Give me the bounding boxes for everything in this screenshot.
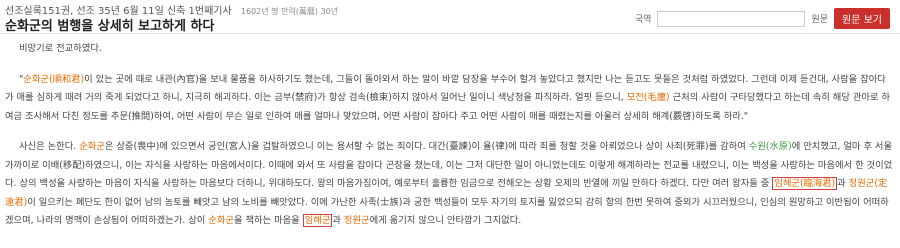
commentary-text-0: 사신은 논한다. (19, 141, 77, 152)
paragraph-decree: "순화군(順和君)이 있는 곳에 때로 내관(內官)을 보내 물품을 하사하기도… (5, 71, 894, 127)
article-body: 비망기로 전교하였다. "순화군(順和君)이 있는 곳에 때로 내관(內官)을 … (5, 40, 894, 243)
view-original-button[interactable]: 원문 보기 (834, 8, 890, 29)
link-sunhwagun-2[interactable]: 순화군 (79, 141, 105, 152)
toolbar: 국역 원문 원문 보기 (635, 8, 890, 29)
link-imhaegun-2[interactable]: 임해군 (302, 214, 333, 227)
record-year: 1602년 명 만력(萬曆) 30년 (240, 7, 339, 16)
paragraph-commentary: 사신은 논한다. 순화군은 상중(喪中)에 있으면서 궁인(宮人)을 겁탈하였으… (5, 138, 894, 231)
page-title: 순화군의 범행을 상세히 보고하게 하다 (5, 19, 215, 34)
commentary-text-6: 과 (332, 215, 341, 226)
korean-label: 국역 (634, 15, 652, 25)
link-mojeon[interactable]: 모전(毛廛) (627, 92, 670, 103)
link-sunhwagun[interactable]: 순화군(順和君) (23, 74, 84, 85)
search-input[interactable] (657, 10, 806, 27)
original-label: 원문 (811, 15, 829, 25)
commentary-text-1: 은 상중(喪中)에 있으면서 궁인(宮人)을 겁탈하였으니 이는 용서할 수 없… (104, 141, 746, 152)
link-jeongwongun-2[interactable]: 정원군 (344, 215, 370, 226)
link-imhaegun[interactable]: 임해군(臨海君) (772, 177, 838, 190)
header-divider (0, 33, 900, 34)
paragraph-intro: 비망기로 전교하였다. (19, 43, 102, 54)
commentary-text-7: 에게 옮기지 않으니 안타깝기 그지없다. (369, 215, 522, 226)
link-sunhwagun-3[interactable]: 순화군 (208, 215, 234, 226)
commentary-text-3: 과 (837, 178, 846, 189)
link-suwon[interactable]: 수원(水原) (749, 141, 792, 152)
commentary-text-5: 을 책하는 마음을 (233, 215, 300, 226)
